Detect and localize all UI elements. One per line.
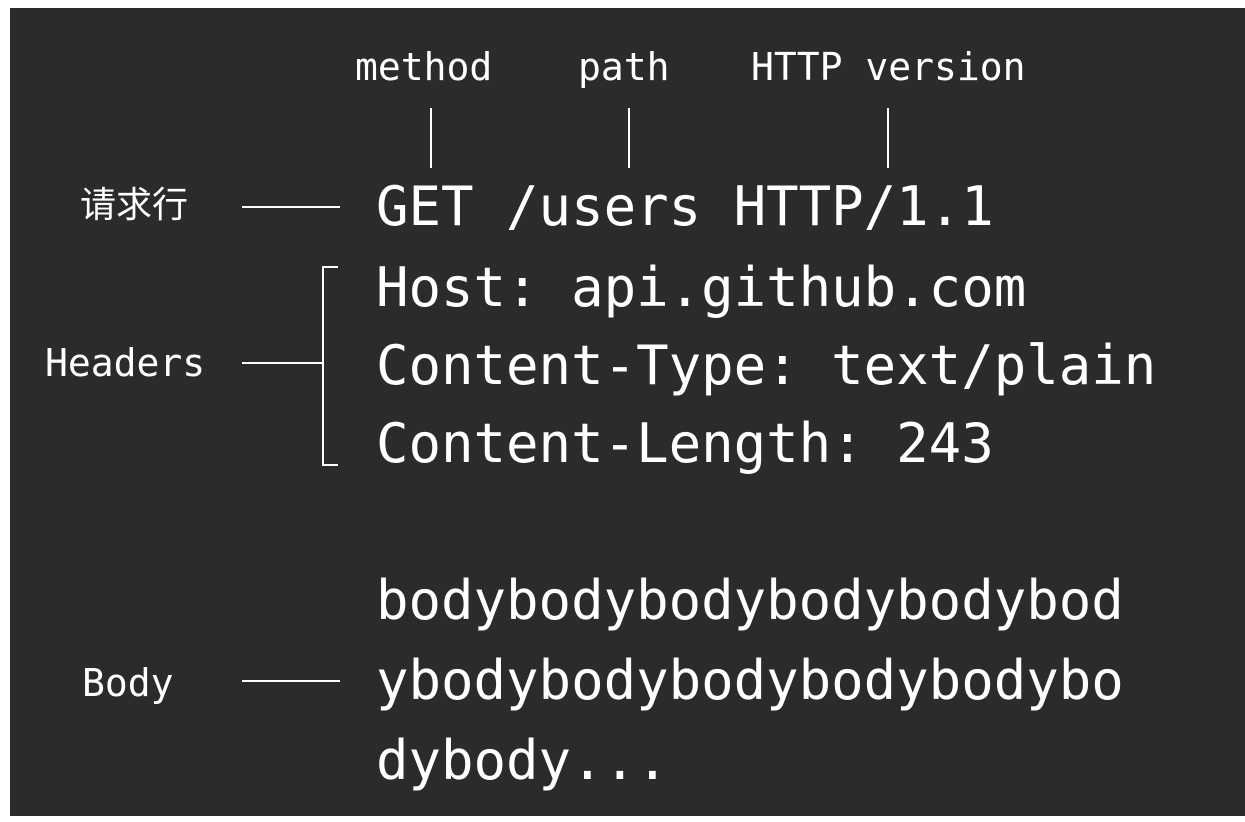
header-content-type: Content-Type: text/plain	[376, 334, 1157, 397]
path-label: path	[578, 45, 670, 89]
request-line-label: 请求行	[80, 185, 189, 226]
headers-bracket	[322, 266, 324, 466]
diagram-panel: method path HTTP version 请求行 Headers Bod…	[10, 8, 1245, 816]
headers-connector	[242, 362, 324, 364]
headers-bracket-top	[322, 266, 338, 268]
method-connector	[430, 108, 432, 168]
request-line: GET /users HTTP/1.1	[376, 175, 994, 238]
path-connector	[628, 108, 630, 168]
http-version-label: HTTP version	[751, 45, 1026, 89]
body-connector	[242, 680, 340, 682]
request-line-connector	[242, 206, 340, 208]
body-line-3: dybody...	[376, 729, 669, 792]
headers-bracket-bottom	[322, 464, 338, 466]
body-line-2: ybodybodybodybodybodybo	[376, 649, 1124, 712]
header-content-length: Content-Length: 243	[376, 412, 994, 475]
http-version-connector	[887, 108, 889, 168]
body-line-1: bodybodybodybodybodybod	[376, 569, 1124, 632]
headers-label: Headers	[45, 341, 206, 385]
header-host: Host: api.github.com	[376, 256, 1027, 319]
method-label: method	[355, 45, 493, 89]
body-label: Body	[82, 661, 174, 705]
